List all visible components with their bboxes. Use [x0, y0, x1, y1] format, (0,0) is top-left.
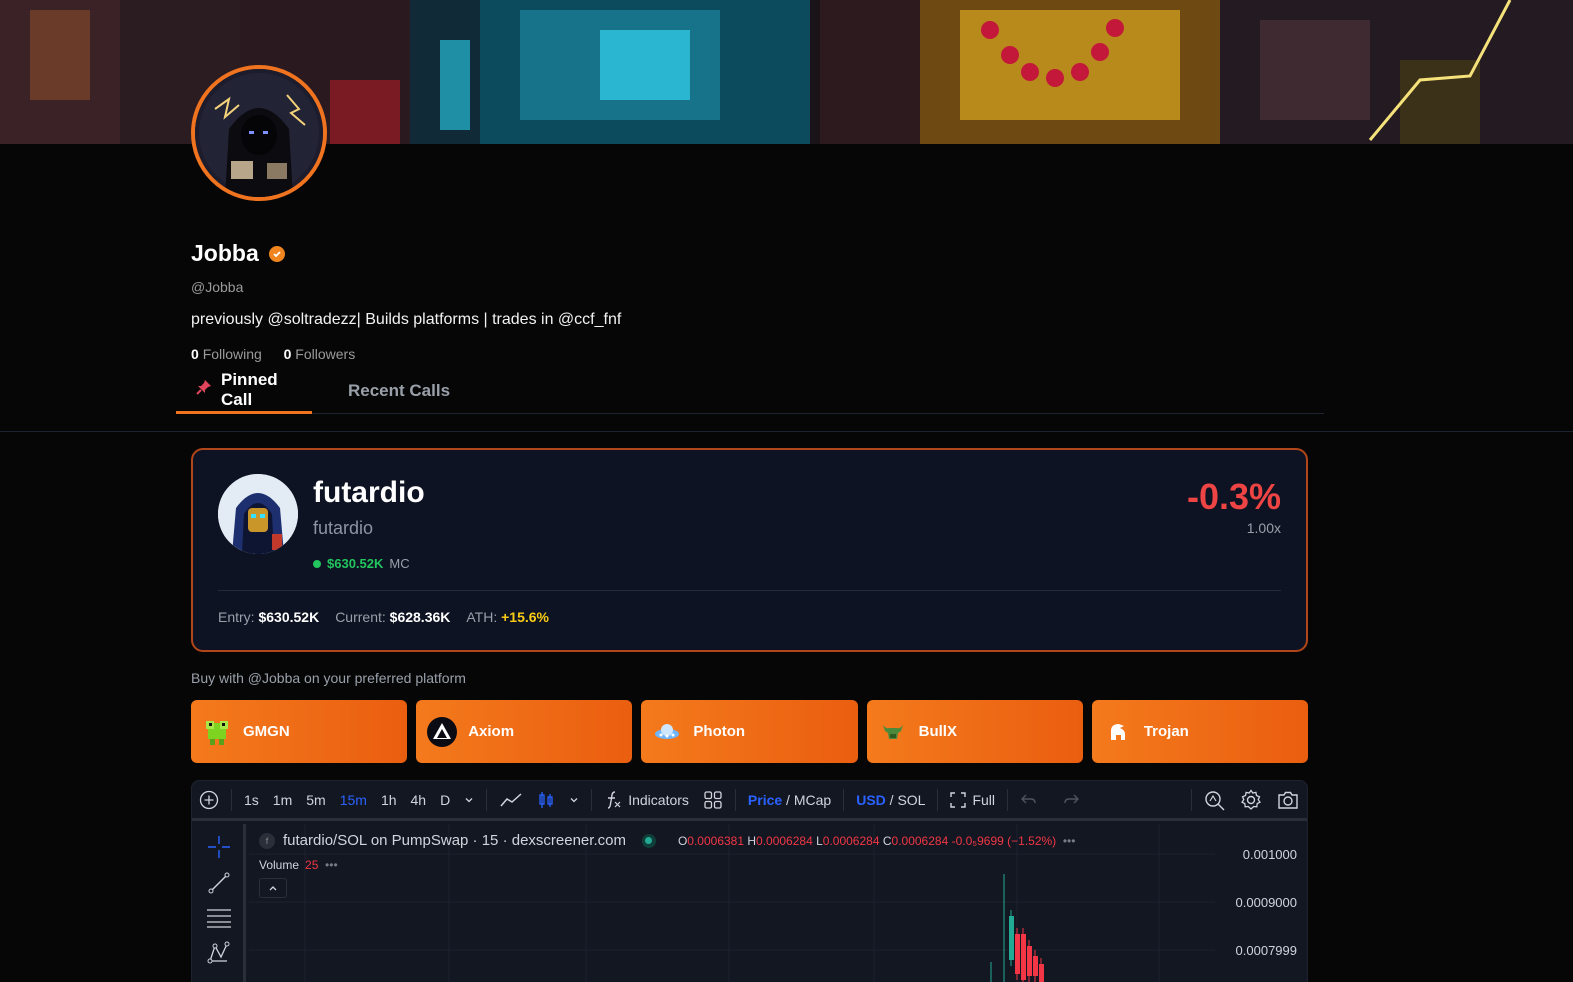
candle-body [1021, 934, 1026, 980]
line-chart-icon[interactable] [492, 781, 530, 820]
quick-search-icon[interactable] [1197, 781, 1233, 820]
profile-name: Jobba [191, 240, 259, 266]
photon-button[interactable]: Photon [641, 700, 858, 763]
tab-pinned-call[interactable]: Pinned Call [176, 368, 312, 414]
redo-icon[interactable] [1055, 781, 1087, 820]
price-tick: 0.001000 [1242, 847, 1297, 862]
ohlc-values: O0.0006381 H0.0006284 L0.0006284 C0.0006… [677, 833, 1076, 848]
pair-logo-icon: f [259, 832, 275, 849]
fib-lines-icon[interactable] [206, 905, 232, 931]
current-stat: Current: $628.36K [335, 609, 451, 625]
coin-ticker: futardio [313, 518, 374, 538]
crosshair-icon[interactable] [206, 834, 232, 860]
settings-gear-icon[interactable] [1233, 781, 1269, 820]
timeframe-dropdown-chevron-icon[interactable] [457, 781, 481, 820]
price-mcap-toggle[interactable]: Price / MCap [741, 781, 838, 820]
profile-tabs: Pinned Call Recent Calls [176, 368, 1324, 414]
price-tick: 0.0007999 [1235, 943, 1297, 958]
gmgn-button[interactable]: GMGN [191, 700, 408, 763]
price-chart-panel: 1s 1m 5m 15m 1h 4h D Indicators Price / … [191, 780, 1308, 982]
market-cap-value: $630.52K [327, 556, 384, 571]
candle-body [1015, 934, 1020, 974]
coin-avatar [218, 474, 298, 554]
follow-stats: 0 Following 0 Followers [191, 346, 355, 362]
entry-stat: Entry: $630.52K [218, 609, 320, 625]
chart-type-chevron-icon[interactable] [562, 781, 586, 820]
timeframe-15m[interactable]: 15m [333, 781, 374, 820]
candle-body [1033, 956, 1038, 976]
layouts-grid-icon[interactable] [696, 781, 730, 820]
profile-name-row: Jobba [191, 240, 285, 267]
timeframe-1m[interactable]: 1m [266, 781, 299, 820]
chart-plot-area[interactable]: f futardio/SOL on PumpSwap · 15 · dexscr… [249, 824, 1307, 982]
ath-stat: ATH: +15.6% [466, 609, 549, 625]
gmgn-frog-icon [201, 716, 233, 748]
pin-icon [196, 379, 212, 400]
price-tick: 0.0009000 [1235, 895, 1297, 910]
card-divider [218, 590, 1281, 591]
call-stats: Entry: $630.52K Current: $628.36K ATH: +… [218, 609, 549, 625]
timeframe-d[interactable]: D [433, 781, 457, 820]
add-symbol-icon[interactable] [192, 781, 226, 820]
buy-title: Buy with @Jobba on your preferred platfo… [191, 670, 466, 686]
tab-pinned-call-label: Pinned Call [221, 369, 278, 409]
candlestick-icon[interactable] [530, 781, 562, 820]
pair-title: futardio/SOL on PumpSwap · 15 · dexscree… [283, 832, 626, 849]
change-percent: -0.3% [1186, 476, 1281, 517]
timeframe-5m[interactable]: 5m [299, 781, 332, 820]
undo-icon[interactable] [1013, 781, 1045, 820]
coin-name: futardio [313, 476, 425, 509]
usd-sol-toggle[interactable]: USD / SOL [849, 781, 932, 820]
axiom-button[interactable]: Axiom [416, 700, 633, 763]
timeframe-1h[interactable]: 1h [374, 781, 404, 820]
following-link[interactable]: Following [203, 346, 262, 362]
trend-line-icon[interactable] [206, 870, 232, 896]
market-cap: $630.52K MC [313, 556, 410, 571]
section-divider [0, 431, 1573, 432]
chart-legend: f futardio/SOL on PumpSwap · 15 · dexscr… [259, 832, 1075, 849]
chevron-up-icon [269, 886, 277, 891]
profile-bio: previously @soltradezz| Builds platforms… [191, 311, 622, 328]
indicators-button[interactable]: Indicators [597, 781, 696, 820]
bullx-bull-icon [877, 716, 909, 748]
verified-badge-icon [268, 245, 285, 262]
fullscreen-button[interactable]: Full [943, 781, 1002, 820]
pattern-tool-icon[interactable] [206, 940, 232, 966]
volume-legend: Volume 25 ••• [259, 858, 338, 872]
followers-link[interactable]: Followers [295, 346, 355, 362]
platform-buttons: GMGN Axiom Photon BullX Trojan [191, 700, 1309, 763]
trojan-button[interactable]: Trojan [1091, 700, 1309, 763]
drawing-tools [192, 824, 246, 982]
bullx-button[interactable]: BullX [866, 700, 1083, 763]
timeframe-4h[interactable]: 4h [404, 781, 434, 820]
pinned-call-card[interactable]: futardio futardio $630.52K MC -0.3% 1.00… [191, 448, 1308, 652]
tab-recent-calls[interactable]: Recent Calls [348, 368, 450, 414]
trojan-helmet-icon [1102, 716, 1134, 748]
live-status-icon [641, 833, 656, 848]
candle-body [1009, 916, 1014, 960]
chart-toolbar: 1s 1m 5m 15m 1h 4h D Indicators Price / … [192, 781, 1307, 821]
photon-ufo-icon [651, 716, 683, 748]
collapse-legend-button[interactable] [259, 878, 287, 898]
indicators-fx-icon [608, 790, 621, 809]
market-cap-label: MC [389, 556, 410, 571]
candle-body [1027, 946, 1032, 976]
fullscreen-icon [950, 791, 967, 808]
camera-screenshot-icon[interactable] [1269, 781, 1307, 820]
price-axis[interactable]: 0.001000 0.0009000 0.0007999 [1215, 824, 1307, 982]
axiom-logo-icon [426, 716, 458, 748]
following-count: 0 [191, 346, 199, 362]
live-dot-icon [313, 559, 321, 568]
profile-handle: @Jobba [191, 279, 244, 295]
multiplier: 1.00x [1246, 520, 1281, 536]
profile-avatar [191, 65, 327, 201]
candle-body [1039, 964, 1044, 982]
followers-count: 0 [283, 346, 292, 362]
timeframe-1s[interactable]: 1s [237, 781, 266, 820]
